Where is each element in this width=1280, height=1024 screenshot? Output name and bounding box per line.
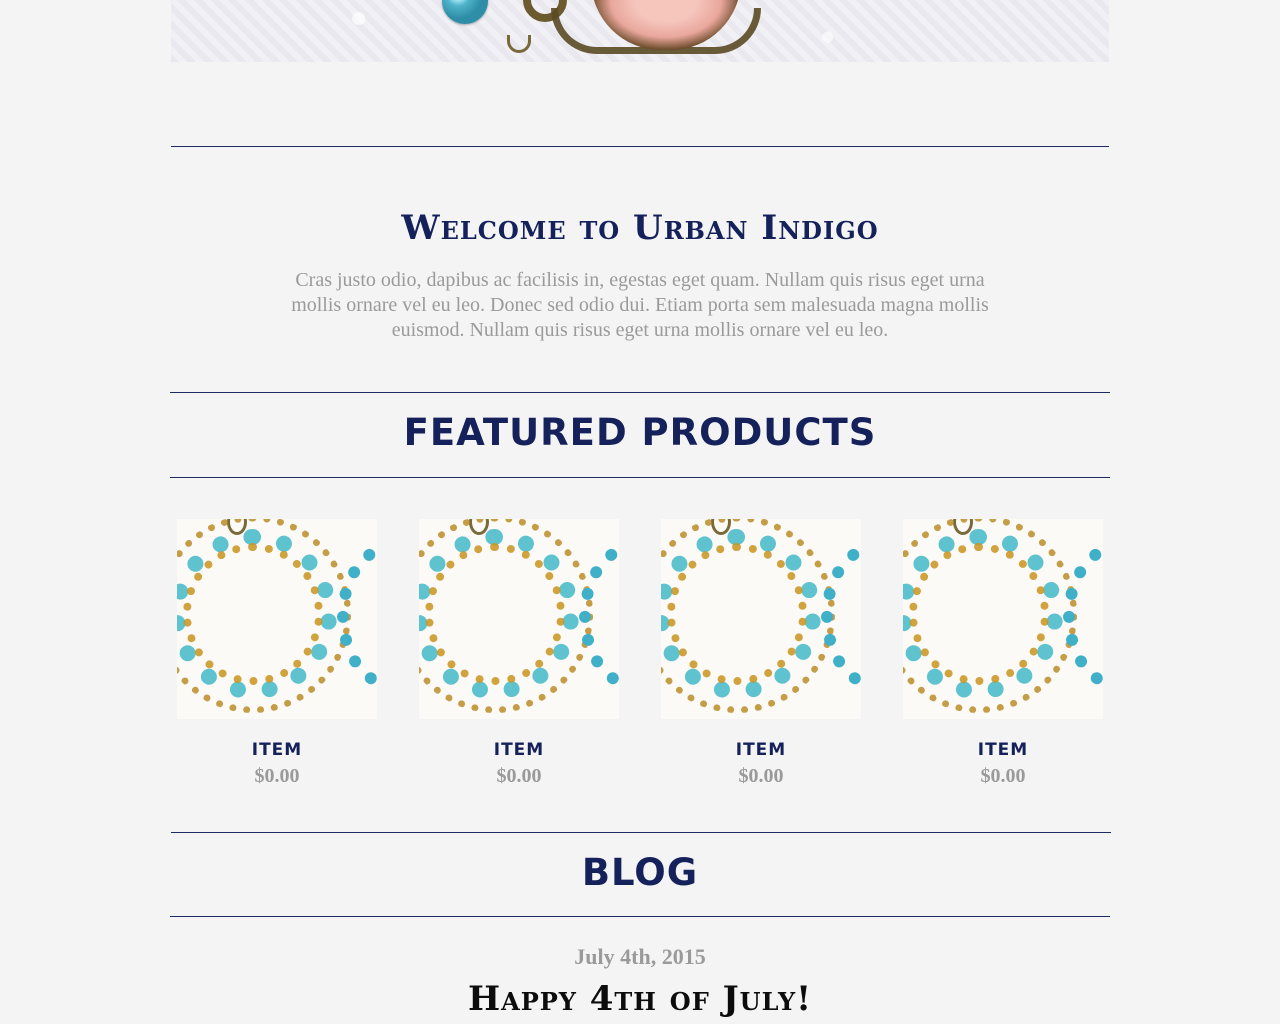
product-card[interactable]: ITEM $0.00 — [177, 519, 377, 787]
earring-hook — [507, 35, 531, 53]
product-image[interactable] — [661, 519, 861, 719]
product-price: $0.00 — [254, 765, 300, 787]
welcome-text: Cras justo odio, dapibus ac facilisis in… — [291, 269, 989, 341]
inner-gold-ring — [909, 543, 1049, 685]
turquoise-bead — [442, 0, 488, 24]
product-price: $0.00 — [496, 765, 542, 787]
product-name[interactable]: ITEM — [903, 740, 1103, 760]
second-earring — [1063, 541, 1103, 691]
second-earring — [579, 541, 619, 691]
second-earring — [337, 541, 377, 691]
product-image[interactable] — [903, 519, 1103, 719]
product-price: $0.00 — [980, 765, 1026, 787]
hero-banner-image — [171, 0, 1109, 62]
divider — [171, 832, 1111, 833]
product-card[interactable]: ITEM $0.00 — [661, 519, 861, 787]
second-earring — [821, 541, 861, 691]
post-date: July 4th, 2015 — [574, 944, 706, 969]
divider — [170, 392, 1110, 393]
product-card[interactable]: ITEM $0.00 — [419, 519, 619, 787]
product-image[interactable] — [177, 519, 377, 719]
divider — [171, 146, 1109, 147]
divider — [170, 477, 1110, 478]
post-title[interactable]: Happy 4th of July! — [0, 979, 1280, 1019]
inner-gold-ring — [667, 543, 807, 685]
divider — [170, 916, 1110, 917]
product-name[interactable]: ITEM — [419, 740, 619, 760]
featured-products-heading: FEATURED PRODUCTS — [403, 411, 877, 454]
welcome-title: Welcome to Urban Indigo — [401, 208, 879, 248]
blog-heading: BLOG — [581, 851, 699, 894]
product-price: $0.00 — [738, 765, 784, 787]
product-image[interactable] — [419, 519, 619, 719]
inner-gold-ring — [183, 543, 323, 685]
product-name[interactable]: ITEM — [661, 740, 861, 760]
product-card[interactable]: ITEM $0.00 — [903, 519, 1103, 787]
product-name[interactable]: ITEM — [177, 740, 377, 760]
inner-gold-ring — [425, 543, 565, 685]
